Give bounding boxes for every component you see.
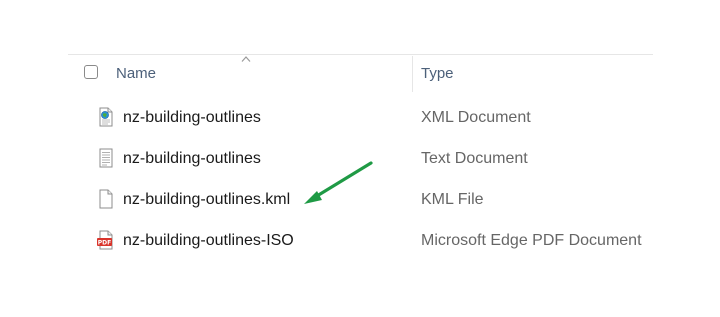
- text-document-icon: [99, 148, 113, 168]
- file-name: nz-building-outlines-ISO: [123, 232, 294, 249]
- file-explorer-details-view: Name Type nz-building-outlines XML Docum…: [0, 0, 720, 317]
- pdf-document-icon: PDF: [97, 230, 113, 250]
- column-resize-handle[interactable]: [412, 56, 413, 92]
- file-name: nz-building-outlines: [123, 150, 261, 167]
- file-name: nz-building-outlines.kml: [123, 191, 291, 208]
- select-all-checkbox[interactable]: [84, 65, 98, 79]
- xml-document-icon: [99, 107, 113, 127]
- svg-text:PDF: PDF: [98, 240, 111, 247]
- column-header-type[interactable]: Type: [421, 65, 454, 83]
- column-header-name[interactable]: Name: [116, 65, 156, 83]
- file-type: Text Document: [421, 150, 528, 167]
- file-type: KML File: [421, 191, 484, 208]
- list-item[interactable]: PDF nz-building-outlines-ISO Microsoft E…: [68, 220, 653, 260]
- list-item[interactable]: nz-building-outlines XML Document: [68, 97, 653, 137]
- green-arrow-icon: [304, 161, 373, 204]
- file-name: nz-building-outlines: [123, 109, 261, 126]
- blank-file-icon: [99, 189, 113, 209]
- toolbar-divider: [68, 54, 653, 55]
- file-type: XML Document: [421, 109, 531, 126]
- column-header-row: Name Type: [68, 56, 653, 92]
- file-type: Microsoft Edge PDF Document: [421, 232, 642, 249]
